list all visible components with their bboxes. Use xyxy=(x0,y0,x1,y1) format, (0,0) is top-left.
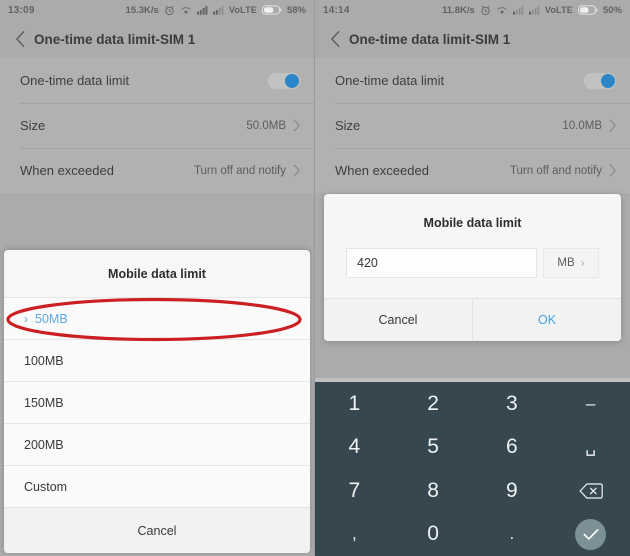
setting-label: One-time data limit xyxy=(335,73,445,88)
signal-sim2-icon xyxy=(212,5,224,15)
key-2[interactable]: 2 xyxy=(394,382,473,426)
unit-selector-button[interactable]: MB › xyxy=(543,248,599,278)
app-bar: One-time data limit-SIM 1 xyxy=(0,20,314,58)
network-speed: 15.3K/s xyxy=(125,4,159,16)
backspace-icon xyxy=(578,482,603,500)
network-speed: 11.8K/s xyxy=(442,4,475,16)
signal-sim1-icon xyxy=(196,5,208,15)
setting-label: Size xyxy=(335,118,361,133)
setting-row-when-exceeded[interactable]: When exceeded Turn off and notify xyxy=(315,148,630,193)
key-comma[interactable]: , xyxy=(315,513,394,556)
option-label: Custom xyxy=(24,479,68,494)
one-time-data-limit-toggle[interactable] xyxy=(583,71,617,90)
key-period[interactable]: . xyxy=(473,513,552,556)
page-title: One-time data limit-SIM 1 xyxy=(34,31,196,47)
status-bar: 13:09 15.3K/s VoLTE 58% xyxy=(0,0,314,20)
option-label: 100MB xyxy=(24,353,64,368)
alarm-clock-icon xyxy=(480,5,491,16)
left-screen: 13:09 15.3K/s VoLTE 58% One-time data li… xyxy=(0,0,315,556)
key-9[interactable]: 9 xyxy=(473,469,552,513)
app-bar: One-time data limit-SIM 1 xyxy=(315,20,630,58)
key-space[interactable]: ␣ xyxy=(551,426,630,470)
setting-label: Size xyxy=(20,118,46,133)
right-screen: 14:14 11.8K/s VoLTE 50% One-time data li… xyxy=(315,0,630,556)
dialog-ok-button[interactable]: OK xyxy=(473,299,621,341)
key-0[interactable]: 0 xyxy=(394,513,473,556)
chevron-right-icon xyxy=(293,164,301,177)
option-label: 200MB xyxy=(24,437,64,452)
key-4[interactable]: 4 xyxy=(315,426,394,470)
setting-row-when-exceeded[interactable]: When exceeded Turn off and notify xyxy=(0,148,314,193)
numeric-keypad: 1 2 3 – 4 5 6 ␣ 7 8 9 , 0 . xyxy=(315,378,630,556)
volte-indicator: VoLTE xyxy=(228,5,257,15)
dialog-title: Mobile data limit xyxy=(423,216,522,230)
dialog-body: 420 MB › xyxy=(324,230,621,298)
chevron-right-icon xyxy=(609,164,617,177)
wifi-icon xyxy=(180,5,192,16)
status-bar: 14:14 11.8K/s VoLTE 50% xyxy=(315,0,630,20)
key-5[interactable]: 5 xyxy=(394,426,473,470)
setting-value: 10.0MB xyxy=(562,119,602,132)
option-label: 150MB xyxy=(24,395,64,410)
toggle-knob xyxy=(285,73,299,88)
key-6[interactable]: 6 xyxy=(473,426,552,470)
setting-row-size[interactable]: Size 50.0MB xyxy=(0,103,314,148)
dialog-cancel-button[interactable]: Cancel xyxy=(324,299,473,341)
chevron-right-icon xyxy=(609,119,617,132)
setting-row-one-time-data-limit[interactable]: One-time data limit xyxy=(0,58,314,103)
toggle-knob xyxy=(601,73,615,88)
option-200mb[interactable]: 200MB xyxy=(4,423,310,465)
screenshot-stage: 13:09 15.3K/s VoLTE 58% One-time data li… xyxy=(0,0,630,556)
setting-label: When exceeded xyxy=(335,163,429,178)
settings-list: One-time data limit Size 10.0MB When exc… xyxy=(315,58,630,193)
option-50mb[interactable]: › 50MB xyxy=(4,297,310,339)
key-8[interactable]: 8 xyxy=(394,469,473,513)
volte-indicator: VoLTE xyxy=(544,5,573,15)
battery-icon xyxy=(261,5,282,15)
key-7[interactable]: 7 xyxy=(315,469,394,513)
wifi-icon xyxy=(496,5,508,16)
sheet-title: Mobile data limit xyxy=(108,267,206,281)
page-title: One-time data limit-SIM 1 xyxy=(349,31,511,47)
setting-row-one-time-data-limit[interactable]: One-time data limit xyxy=(315,58,630,103)
data-limit-input[interactable]: 420 xyxy=(346,248,537,278)
back-chevron-icon[interactable] xyxy=(324,30,346,48)
one-time-data-limit-toggle[interactable] xyxy=(267,71,301,90)
dialog-actions: Cancel OK xyxy=(324,298,621,341)
status-time: 13:09 xyxy=(8,4,35,16)
mobile-data-limit-dialog: Mobile data limit 420 MB › Cancel OK xyxy=(324,194,621,341)
key-3[interactable]: 3 xyxy=(473,382,552,426)
option-100mb[interactable]: 100MB xyxy=(4,339,310,381)
settings-list: One-time data limit Size 50.0MB When exc… xyxy=(0,58,314,193)
key-minus[interactable]: – xyxy=(551,382,630,426)
option-150mb[interactable]: 150MB xyxy=(4,381,310,423)
chevron-right-icon: › xyxy=(580,256,585,270)
enter-button[interactable] xyxy=(575,518,607,550)
battery-percent: 50% xyxy=(602,4,622,16)
back-chevron-icon[interactable] xyxy=(9,30,31,48)
key-enter[interactable] xyxy=(551,513,630,556)
unit-label: MB xyxy=(557,257,575,269)
battery-icon xyxy=(577,5,598,15)
sheet-cancel-button[interactable]: Cancel xyxy=(4,507,310,553)
status-time: 14:14 xyxy=(323,4,350,16)
signal-sim2-icon xyxy=(528,5,540,15)
check-icon xyxy=(583,528,599,541)
setting-label: When exceeded xyxy=(20,163,114,178)
battery-percent: 58% xyxy=(286,4,306,16)
key-backspace[interactable] xyxy=(551,469,630,513)
selected-chevron-icon: › xyxy=(24,311,28,326)
setting-label: One-time data limit xyxy=(20,73,130,88)
setting-row-size[interactable]: Size 10.0MB xyxy=(315,103,630,148)
key-1[interactable]: 1 xyxy=(315,382,394,426)
setting-value: 50.0MB xyxy=(246,119,286,132)
option-label: 50MB xyxy=(35,311,68,326)
setting-value: Turn off and notify xyxy=(509,164,602,177)
setting-value: Turn off and notify xyxy=(193,164,286,177)
mobile-data-limit-sheet: Mobile data limit › 50MB 100MB 150MB 200… xyxy=(4,250,310,553)
chevron-right-icon xyxy=(293,119,301,132)
alarm-clock-icon xyxy=(164,5,175,16)
option-custom[interactable]: Custom xyxy=(4,465,310,507)
signal-sim1-icon xyxy=(512,5,524,15)
